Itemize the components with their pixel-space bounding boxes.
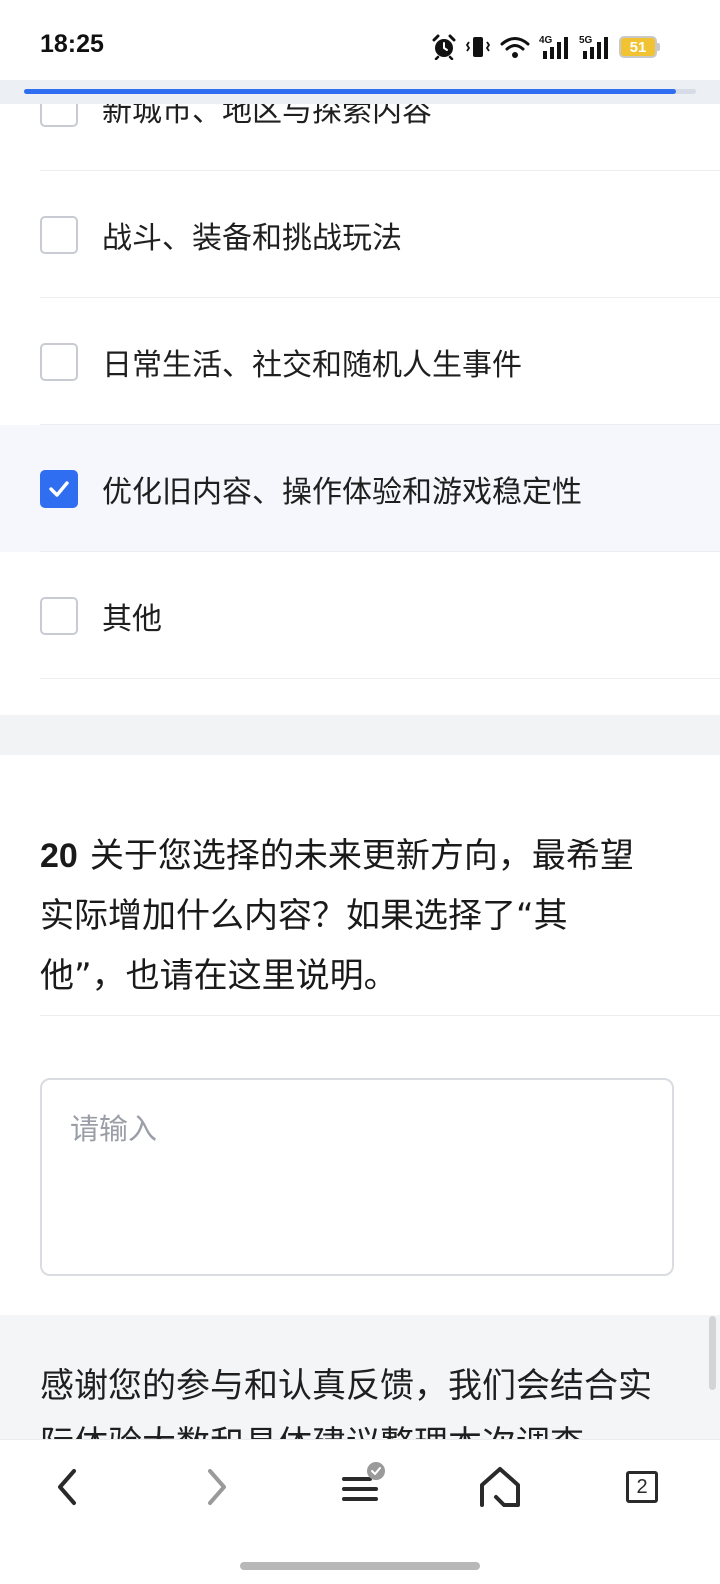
question-number: 20 bbox=[40, 837, 78, 875]
status-bar: 18:25 4G 5G 51 bbox=[0, 0, 720, 80]
row-divider bbox=[40, 678, 720, 679]
status-time: 18:25 bbox=[40, 30, 104, 58]
option-row[interactable]: 新城市、地区与探索内容 bbox=[0, 104, 720, 171]
battery-level: 51 bbox=[619, 36, 657, 58]
survey-progress-bar bbox=[24, 89, 696, 94]
option-row[interactable]: 优化旧内容、操作体验和游戏稳定性 bbox=[0, 425, 720, 552]
option-checkbox[interactable] bbox=[40, 104, 78, 127]
scrollbar-thumb[interactable] bbox=[709, 1316, 716, 1390]
signal-4g-icon: 4G bbox=[539, 33, 571, 61]
wifi-icon bbox=[499, 34, 531, 60]
option-checkbox[interactable] bbox=[40, 215, 78, 254]
status-icons: 4G 5G 51 bbox=[431, 32, 660, 62]
battery-icon: 51 bbox=[619, 36, 660, 58]
option-checkbox[interactable] bbox=[40, 596, 78, 635]
answer-textarea[interactable] bbox=[42, 1080, 672, 1274]
option-label: 新城市、地区与探索内容 bbox=[102, 104, 432, 129]
vibrate-icon bbox=[465, 34, 491, 60]
options-list: 新城市、地区与探索内容 战斗、装备和挑战玩法 日常生活、社交和随机人生事件 优化… bbox=[0, 104, 720, 679]
home-icon bbox=[476, 1463, 524, 1511]
alarm-icon bbox=[431, 34, 457, 60]
option-checkbox[interactable] bbox=[40, 469, 78, 508]
thanks-text: 感谢您的参与和认真反馈，我们会结合实际体验大数和具体建议整理本次调查 bbox=[40, 1366, 652, 1440]
option-row[interactable]: 战斗、装备和挑战玩法 bbox=[0, 171, 720, 298]
signal-5g-label: 5G bbox=[579, 35, 593, 46]
back-icon bbox=[48, 1463, 88, 1511]
option-label: 优化旧内容、操作体验和游戏稳定性 bbox=[102, 474, 582, 510]
option-row[interactable]: 其他 bbox=[0, 552, 720, 679]
question-title: 20 关于您选择的未来更新方向，最希望实际增加什么内容？如果选择了“其他”，也请在… bbox=[40, 826, 640, 1006]
option-checkbox[interactable] bbox=[40, 342, 78, 381]
browser-bottom-nav: 2 bbox=[0, 1440, 720, 1584]
back-button[interactable] bbox=[28, 1452, 108, 1522]
option-label: 战斗、装备和挑战玩法 bbox=[102, 220, 402, 256]
tab-count: 2 bbox=[636, 1476, 648, 1498]
home-button[interactable] bbox=[460, 1452, 540, 1522]
option-label: 其他 bbox=[102, 601, 162, 637]
menu-button[interactable] bbox=[320, 1452, 400, 1522]
menu-icon bbox=[332, 1459, 388, 1515]
tabs-icon: 2 bbox=[626, 1471, 658, 1503]
option-label: 日常生活、社交和随机人生事件 bbox=[102, 347, 522, 383]
thanks-section: 感谢您的参与和认真反馈，我们会结合实际体验大数和具体建议整理本次调查 bbox=[0, 1315, 720, 1440]
signal-4g-label: 4G bbox=[539, 35, 553, 46]
tabs-button[interactable]: 2 bbox=[602, 1452, 682, 1522]
forward-icon bbox=[196, 1463, 236, 1511]
check-icon bbox=[49, 480, 69, 497]
question-divider bbox=[40, 1015, 720, 1016]
option-row[interactable]: 日常生活、社交和随机人生事件 bbox=[0, 298, 720, 425]
survey-content[interactable]: 新城市、地区与探索内容 战斗、装备和挑战玩法 日常生活、社交和随机人生事件 优化… bbox=[0, 104, 720, 1440]
answer-box[interactable] bbox=[40, 1078, 674, 1276]
section-separator bbox=[0, 715, 720, 755]
battery-tip bbox=[657, 43, 660, 51]
signal-5g-icon: 5G bbox=[579, 33, 611, 61]
survey-progress-strip bbox=[0, 80, 720, 104]
question-text: 关于您选择的未来更新方向，最希望实际增加什么内容？如果选择了“其他”，也请在这里… bbox=[40, 836, 634, 996]
survey-progress-fill bbox=[24, 89, 676, 94]
home-indicator[interactable] bbox=[240, 1562, 480, 1570]
forward-button[interactable] bbox=[176, 1452, 256, 1522]
